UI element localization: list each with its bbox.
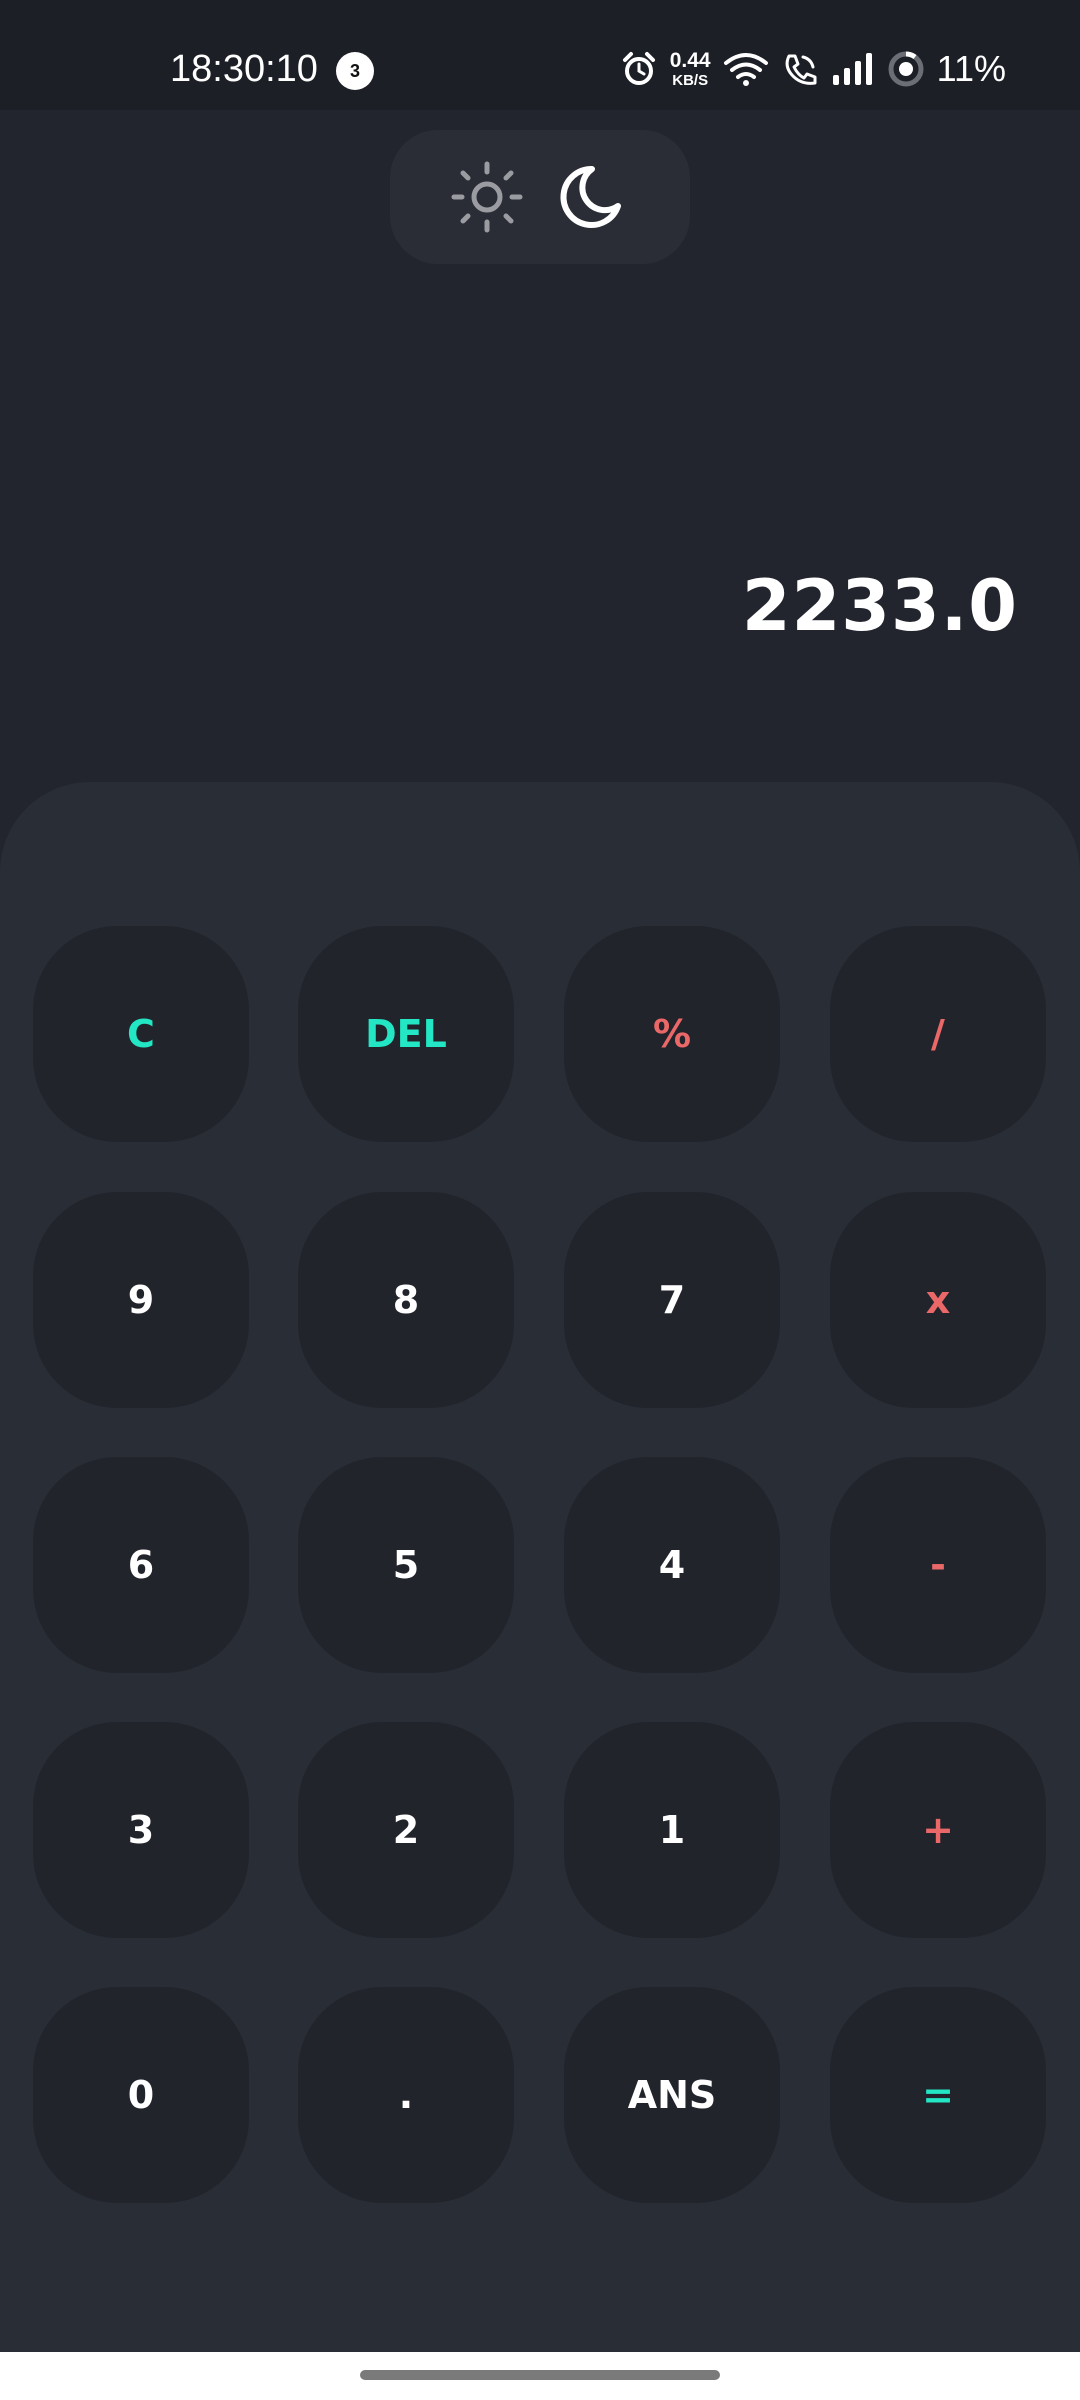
- navigation-bar: [0, 2352, 1080, 2400]
- sun-icon: [450, 161, 524, 238]
- key-label: %: [652, 1012, 692, 1056]
- key-label: 9: [127, 1278, 155, 1322]
- add-button[interactable]: +: [830, 1722, 1046, 1938]
- digit-0-button[interactable]: 0: [33, 1987, 249, 2203]
- key-label: 4: [658, 1543, 686, 1587]
- home-indicator[interactable]: [360, 2370, 720, 2380]
- status-bar: 18:30:10 3 0.44 KB/S 11%: [0, 0, 1080, 110]
- battery-percent: 11%: [936, 48, 1006, 89]
- key-label: -: [930, 1543, 946, 1587]
- decimal-button[interactable]: .: [298, 1987, 514, 2203]
- key-label: x: [925, 1278, 951, 1322]
- network-speed-value: 0.44: [669, 49, 711, 72]
- key-label: 5: [392, 1543, 420, 1587]
- key-label: 7: [658, 1278, 686, 1322]
- wifi-icon: [723, 51, 769, 87]
- signal-icon: [831, 51, 875, 87]
- result-display: 2233.0: [741, 565, 1018, 647]
- digit-2-button[interactable]: 2: [298, 1722, 514, 1938]
- network-speed-unit: KB/S: [672, 72, 709, 89]
- key-label: C: [127, 1012, 155, 1056]
- percent-button[interactable]: %: [564, 926, 780, 1142]
- calculator-screen: 18:30:10 3 0.44 KB/S 11% 2233.0 C DEL % …: [0, 0, 1080, 2400]
- light-mode-button[interactable]: [450, 160, 524, 234]
- key-label: .: [398, 2073, 414, 2117]
- notification-badge: 3: [336, 52, 374, 90]
- key-label: 3: [127, 1808, 155, 1852]
- digit-8-button[interactable]: 8: [298, 1192, 514, 1408]
- clear-button[interactable]: C: [33, 926, 249, 1142]
- divide-button[interactable]: /: [830, 926, 1046, 1142]
- key-label: ANS: [627, 2073, 717, 2117]
- alarm-icon: [620, 50, 658, 88]
- digit-4-button[interactable]: 4: [564, 1457, 780, 1673]
- call-icon: [781, 51, 819, 87]
- digit-6-button[interactable]: 6: [33, 1457, 249, 1673]
- theme-toggle: [390, 130, 690, 264]
- key-label: 0: [127, 2073, 155, 2117]
- keypad: C DEL% / 9 8 7 x 6 5 4 - 3 2 1 +0. ANS =: [0, 782, 1080, 2352]
- dark-mode-button[interactable]: [552, 160, 626, 234]
- digit-1-button[interactable]: 1: [564, 1722, 780, 1938]
- digit-5-button[interactable]: 5: [298, 1457, 514, 1673]
- subtract-button[interactable]: -: [830, 1457, 1046, 1673]
- key-label: +: [922, 1808, 954, 1852]
- key-label: DEL: [365, 1012, 447, 1056]
- digit-7-button[interactable]: 7: [564, 1192, 780, 1408]
- key-label: 2: [392, 1808, 420, 1852]
- key-label: /: [931, 1012, 945, 1056]
- equals-button[interactable]: =: [830, 1987, 1046, 2203]
- digit-9-button[interactable]: 9: [33, 1192, 249, 1408]
- status-time: 18:30:10: [170, 48, 318, 90]
- key-label: 1: [658, 1808, 686, 1852]
- key-label: =: [922, 2073, 954, 2117]
- key-label: 8: [392, 1278, 420, 1322]
- delete-button[interactable]: DEL: [298, 926, 514, 1142]
- battery-icon: [887, 50, 925, 88]
- network-speed: 0.44 KB/S: [670, 50, 711, 88]
- moon-icon: [552, 165, 626, 238]
- digit-3-button[interactable]: 3: [33, 1722, 249, 1938]
- answer-button[interactable]: ANS: [564, 1987, 780, 2203]
- key-label: 6: [127, 1543, 155, 1587]
- multiply-button[interactable]: x: [830, 1192, 1046, 1408]
- status-icons: 0.44 KB/S 11%: [620, 44, 1006, 94]
